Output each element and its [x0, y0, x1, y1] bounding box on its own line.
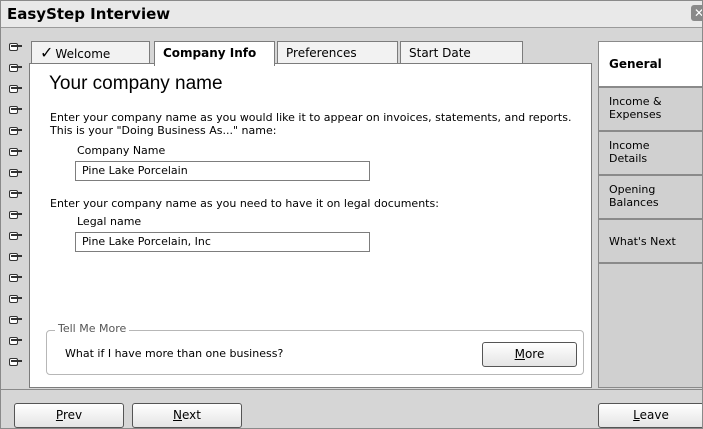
binder-ring-icon: [8, 188, 22, 199]
mnemonic-n: N: [173, 408, 182, 422]
binder-ring-icon: [8, 272, 22, 283]
intro-text: Enter your company name as you would lik…: [50, 111, 572, 124]
binder-ring-icon: [8, 83, 22, 94]
binder-ring-icon: [8, 251, 22, 262]
side-tab-label-2: Details: [609, 152, 648, 165]
side-tab-label: Income: [609, 139, 650, 152]
binder-ring-icon: [8, 62, 22, 73]
binder-rings: [8, 41, 22, 371]
side-tab-whats-next[interactable]: What's Next: [599, 219, 702, 263]
binder-ring-icon: [8, 356, 22, 367]
close-icon[interactable]: ✕: [691, 5, 702, 21]
binder-ring-icon: [8, 104, 22, 115]
side-tab-label: General: [609, 57, 662, 71]
side-tab-label: Opening: [609, 183, 656, 196]
side-tab-label-2: Balances: [609, 196, 659, 209]
tab-company-info[interactable]: Company Info: [154, 41, 275, 66]
side-tab-opening-balances[interactable]: Opening Balances: [599, 175, 702, 219]
button-label: eave: [639, 408, 669, 422]
side-tab-general[interactable]: General: [599, 41, 702, 87]
legal-name-field[interactable]: Pine Lake Porcelain, Inc: [75, 232, 370, 252]
side-tab-label-2: Expenses: [609, 108, 662, 121]
binder-ring-icon: [8, 209, 22, 220]
binder-ring-icon: [8, 146, 22, 157]
mnemonic-m: M: [514, 347, 525, 361]
tab-welcome[interactable]: ✓ Welcome: [31, 41, 150, 64]
side-tab-label: Income &: [609, 95, 662, 108]
side-tab-income-details[interactable]: Income Details: [599, 131, 702, 175]
binder-ring-icon: [8, 314, 22, 325]
tab-label: Start Date: [409, 46, 471, 60]
leave-button[interactable]: Leave: [598, 403, 702, 428]
button-label: ext: [182, 408, 201, 422]
mnemonic-p: P: [55, 408, 63, 422]
binder-ring-icon: [8, 293, 22, 304]
intro-text-dba: This is your "Doing Business As..." name…: [50, 124, 277, 137]
next-button[interactable]: Next: [132, 403, 242, 428]
footer-divider: [1, 389, 702, 390]
tab-start-date[interactable]: Start Date: [400, 41, 523, 64]
company-name-label: Company Name: [77, 144, 166, 157]
checkmark-icon: ✓: [40, 43, 54, 62]
page-title: Your company name: [49, 73, 223, 94]
tab-label: Welcome: [55, 47, 111, 61]
tell-me-more-legend: Tell Me More: [55, 322, 130, 335]
legal-name-label: Legal name: [77, 215, 142, 228]
button-label: rev: [62, 408, 83, 422]
binder-ring-icon: [8, 41, 22, 52]
side-tab-filler: [599, 263, 702, 388]
tab-preferences[interactable]: Preferences: [277, 41, 398, 64]
binder-ring-icon: [8, 125, 22, 136]
prev-button[interactable]: Prev: [14, 403, 124, 428]
more-button[interactable]: More: [482, 342, 577, 367]
tell-me-more-question: What if I have more than one business?: [65, 347, 284, 360]
binder-ring-icon: [8, 230, 22, 241]
binder-ring-icon: [8, 335, 22, 346]
side-tab-income-expenses[interactable]: Income & Expenses: [599, 87, 702, 131]
tab-label: Preferences: [286, 46, 357, 60]
side-tab-label: What's Next: [609, 235, 676, 248]
button-label: ore: [524, 347, 545, 361]
easystep-window: EasyStep Interview ✕ ✓Welcome Company In…: [0, 0, 703, 429]
title-bar: EasyStep Interview ✕: [1, 1, 702, 28]
legal-intro-text: Enter your company name as you need to h…: [50, 197, 439, 210]
tab-label: Company Info: [163, 46, 257, 60]
company-name-field[interactable]: Pine Lake Porcelain: [75, 161, 370, 181]
binder-ring-icon: [8, 167, 22, 178]
window-title: EasyStep Interview: [7, 5, 171, 23]
